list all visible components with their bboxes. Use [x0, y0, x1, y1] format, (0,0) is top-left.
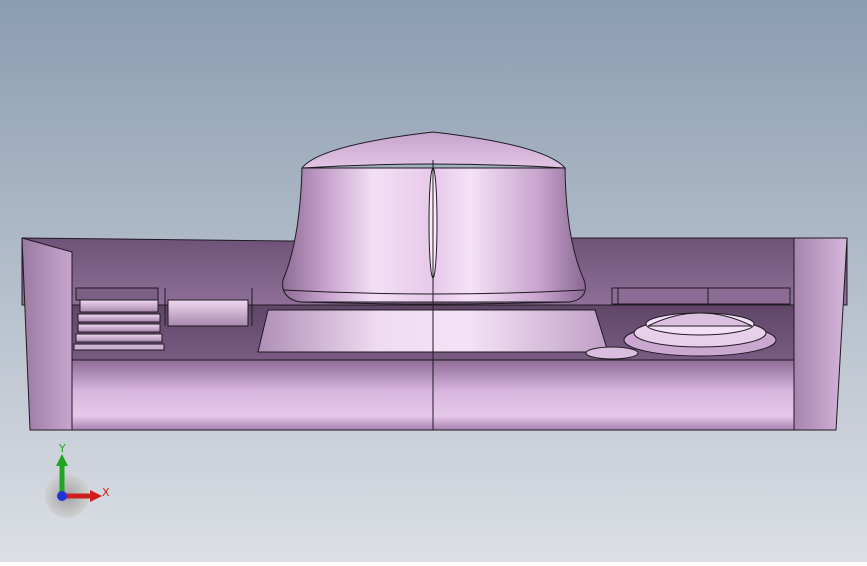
axis-triad-labels: Y X — [40, 436, 120, 516]
viewport-canvas[interactable] — [0, 0, 867, 562]
part-left-face — [21, 237, 73, 431]
3d-viewport[interactable]: Y X — [0, 0, 867, 562]
y-axis-label: Y — [59, 442, 66, 455]
right-slot-group — [611, 287, 791, 305]
x-axis-label: X — [102, 486, 110, 499]
